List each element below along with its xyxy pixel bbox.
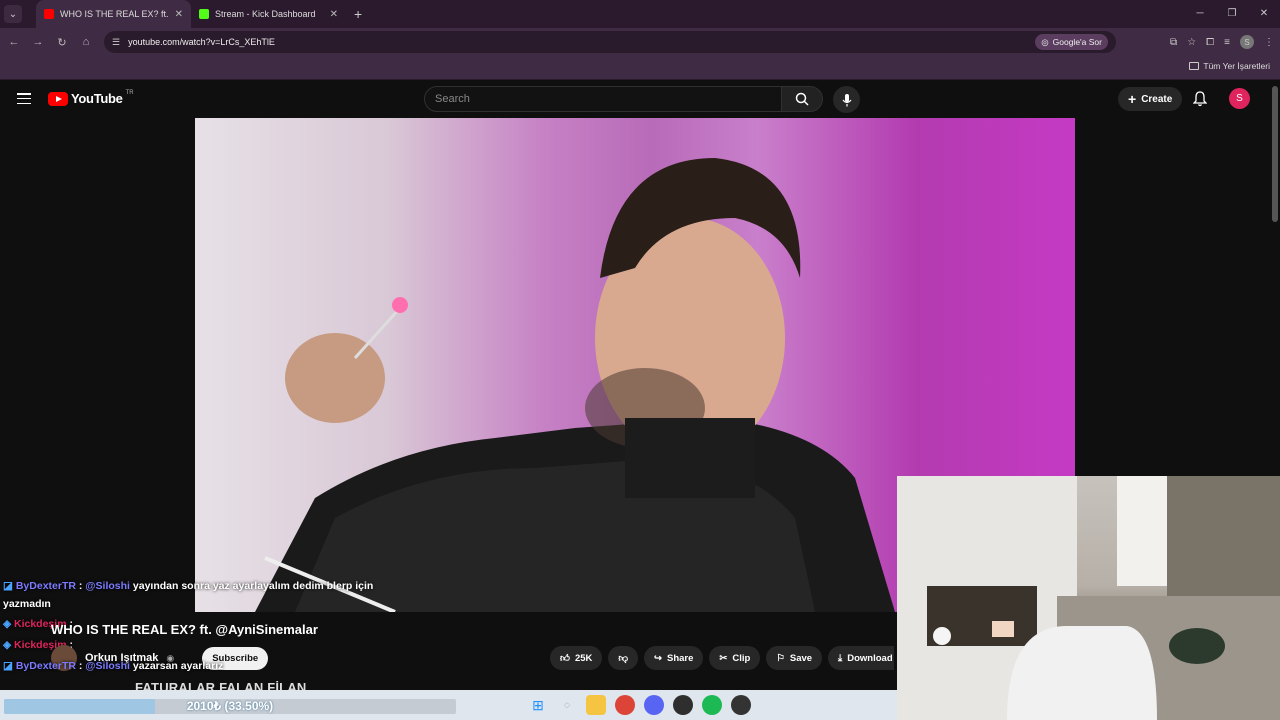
tab-youtube[interactable]: WHO IS THE REAL EX? ft. @Ayn ✕ xyxy=(36,0,191,28)
kick-badge-icon: ◪ xyxy=(3,660,13,672)
save-label: Save xyxy=(789,652,813,664)
save-button[interactable]: ⚐ Save xyxy=(766,646,823,670)
notifications-bell-icon[interactable] xyxy=(1193,91,1207,107)
spotify-icon[interactable] xyxy=(702,695,722,715)
video-title: WHO IS THE REAL EX? ft. @AyniSinemalar xyxy=(51,622,318,637)
search-icon xyxy=(795,92,809,106)
minimize-icon[interactable]: ─ xyxy=(1184,0,1216,28)
account-avatar[interactable]: S xyxy=(1229,88,1250,109)
chat-mention: @Siloshi xyxy=(85,580,130,592)
thumbs-down-icon: 👎︎ xyxy=(618,653,629,664)
chat-user: ByDexterTR xyxy=(15,580,76,592)
clip-label: Clip xyxy=(732,652,751,664)
webcam-frame xyxy=(897,476,1280,720)
app-icon[interactable] xyxy=(731,695,751,715)
like-button[interactable]: 👍︎ 25K xyxy=(550,646,603,670)
profile-avatar[interactable]: S xyxy=(1240,35,1254,49)
toolbar-right: ⧉ ☆ ⧠ ≡ S ⋮ xyxy=(1170,28,1274,56)
chat-message: ◪ ByDexterTR : @Siloshi yayından sonra y… xyxy=(3,580,374,592)
kick-icon xyxy=(199,9,209,19)
tab-title: WHO IS THE REAL EX? ft. @Ayn xyxy=(60,9,169,19)
chat-text: yayından sonra yaz ayarlayalım dedim ble… xyxy=(132,580,374,592)
folder-icon xyxy=(1189,62,1200,70)
download-button[interactable]: ⤓ Download xyxy=(828,646,895,670)
file-explorer-icon[interactable] xyxy=(586,695,606,715)
chat-message: ◪ ByDexterTR : @Siloshi yazarsan ayarlar… xyxy=(3,660,224,672)
home-icon[interactable]: ⌂ xyxy=(74,36,98,48)
dislike-button[interactable]: 👎︎ xyxy=(608,646,639,670)
reload-icon[interactable]: ↻ xyxy=(50,36,74,49)
discord-icon[interactable] xyxy=(644,695,664,715)
youtube-logo[interactable]: YouTube TR xyxy=(48,89,134,106)
menu-icon[interactable] xyxy=(17,93,31,104)
more-menu-icon[interactable]: ⋮ xyxy=(1264,37,1274,48)
close-tab-icon[interactable]: ✕ xyxy=(175,9,183,20)
ask-google-button[interactable]: ◎ Google'a Sor xyxy=(1035,34,1108,50)
page-scrollbar[interactable] xyxy=(1272,86,1278,222)
media-controls-icon[interactable]: ≡ xyxy=(1224,37,1230,48)
loading-icon: ◌ xyxy=(564,699,570,711)
all-bookmarks-label: Tüm Yer İşaretleri xyxy=(1203,61,1270,71)
search-input[interactable]: Search xyxy=(424,86,782,112)
tab-search-chevron-icon[interactable]: ⌄ xyxy=(4,5,22,23)
share-label: Share xyxy=(667,652,694,664)
bookmark-icon: ⚐ xyxy=(776,652,785,664)
forward-icon[interactable]: → xyxy=(26,36,50,48)
back-icon[interactable]: ← xyxy=(2,36,26,48)
voice-search-button[interactable] xyxy=(833,86,860,113)
site-info-icon[interactable]: ☰ xyxy=(112,37,120,48)
taskbar-icons: ⊞ ◌ xyxy=(528,695,751,715)
kick-badge-icon: ◪ xyxy=(3,580,13,592)
scissors-icon: ✂ xyxy=(719,652,728,664)
download-icon: ⤓ xyxy=(838,652,843,664)
country-code: TR xyxy=(125,89,134,96)
obs-icon[interactable] xyxy=(673,695,693,715)
new-tab-button[interactable]: + xyxy=(354,6,362,22)
clip-button[interactable]: ✂ Clip xyxy=(709,646,761,670)
create-button[interactable]: + Create xyxy=(1118,87,1183,111)
bookmarks-bar: Tüm Yer İşaretleri xyxy=(0,56,1280,80)
google-lens-icon: ◎ xyxy=(1041,36,1049,47)
youtube-logo-text: YouTube xyxy=(71,91,123,106)
tab-title: Stream - Kick Dashboard xyxy=(215,9,316,19)
ask-google-label: Google'a Sor xyxy=(1052,37,1102,47)
create-label: Create xyxy=(1141,93,1173,105)
close-window-icon[interactable]: ✕ xyxy=(1248,0,1280,28)
search-button[interactable] xyxy=(781,86,823,112)
all-bookmarks-button[interactable]: Tüm Yer İşaretleri xyxy=(1189,61,1270,71)
url-field[interactable]: ☰ youtube.com/watch?v=LrCs_XEhTlE ◎ Goog… xyxy=(104,31,1116,53)
thumbs-up-icon: 👍︎ xyxy=(560,653,570,664)
download-label: Download xyxy=(847,652,893,664)
video-actions: 👍︎ 25K 👎︎ ↪ Share ✂ Clip ⚐ Save ⤓ Downlo… xyxy=(550,646,895,670)
address-bar-row: ← → ↻ ⌂ ☰ youtube.com/watch?v=LrCs_XEhTl… xyxy=(0,28,1280,56)
restore-icon[interactable]: ❐ xyxy=(1216,0,1248,28)
share-button[interactable]: ↪ Share xyxy=(644,646,704,670)
share-icon: ↪ xyxy=(654,652,662,664)
microphone-icon xyxy=(842,93,851,106)
youtube-header: YouTube TR Search + Create S xyxy=(0,81,1280,118)
like-count: 25K xyxy=(574,652,593,664)
chat-text: yazmadın xyxy=(3,598,51,610)
chrome-icon[interactable] xyxy=(615,695,635,715)
webcam-overlay xyxy=(897,476,1280,720)
extensions-icon[interactable]: ⧠ xyxy=(1206,37,1214,48)
browser-tab-bar: ⌄ WHO IS THE REAL EX? ft. @Ayn ✕ Stream … xyxy=(0,0,1280,28)
badge-icon: ◈ xyxy=(3,639,12,651)
youtube-play-icon xyxy=(48,91,68,106)
window-controls: ─ ❐ ✕ xyxy=(1184,0,1280,28)
install-app-icon[interactable]: ⧉ xyxy=(1170,37,1177,48)
url-text: youtube.com/watch?v=LrCs_XEhTlE xyxy=(128,37,275,47)
tab-kick-dashboard[interactable]: Stream - Kick Dashboard ✕ xyxy=(191,0,346,28)
donation-goal-label: 2010₺ (33.50%) xyxy=(186,699,274,713)
plus-icon: + xyxy=(1128,91,1137,107)
chat-message-continued: yazmadın xyxy=(3,595,51,613)
chat-user: ByDexterTR xyxy=(15,660,76,672)
youtube-icon xyxy=(44,9,54,19)
close-tab-icon[interactable]: ✕ xyxy=(330,9,338,20)
badge-icon: ◈ xyxy=(3,618,12,630)
chat-text: yazarsan ayarlarız xyxy=(132,660,224,672)
windows-start-icon[interactable]: ⊞ xyxy=(528,695,548,715)
chat-mention: @Siloshi xyxy=(85,660,130,672)
bookmark-star-icon[interactable]: ☆ xyxy=(1187,37,1196,48)
